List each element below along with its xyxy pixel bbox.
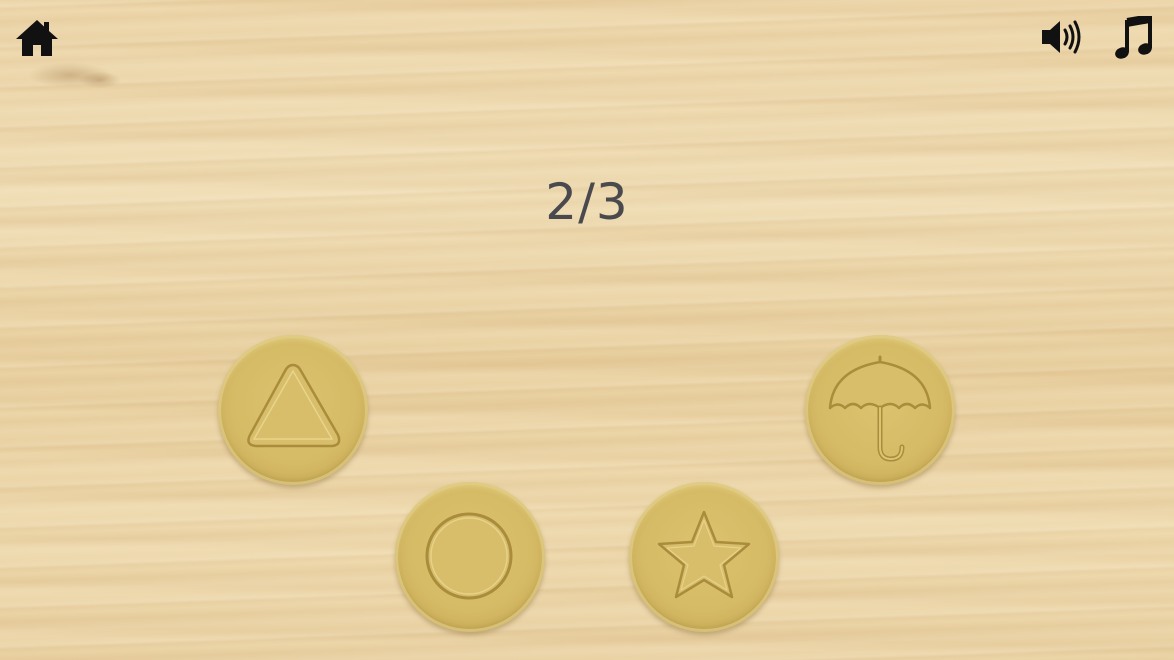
circle-icon (425, 512, 513, 600)
star-token[interactable] (629, 482, 779, 632)
triangle-token[interactable] (218, 335, 368, 485)
umbrella-token[interactable] (805, 335, 955, 485)
home-button[interactable] (14, 18, 60, 58)
speaker-volume-icon (1042, 20, 1081, 54)
progress-counter: 2/3 (545, 173, 629, 231)
sound-button[interactable] (1040, 16, 1082, 58)
star-icon (657, 510, 751, 599)
music-button[interactable] (1114, 14, 1154, 60)
umbrella-icon (828, 355, 932, 462)
home-icon (16, 20, 58, 56)
triangle-icon (247, 363, 341, 448)
circle-token[interactable] (395, 482, 545, 632)
music-note-icon (1115, 14, 1152, 59)
